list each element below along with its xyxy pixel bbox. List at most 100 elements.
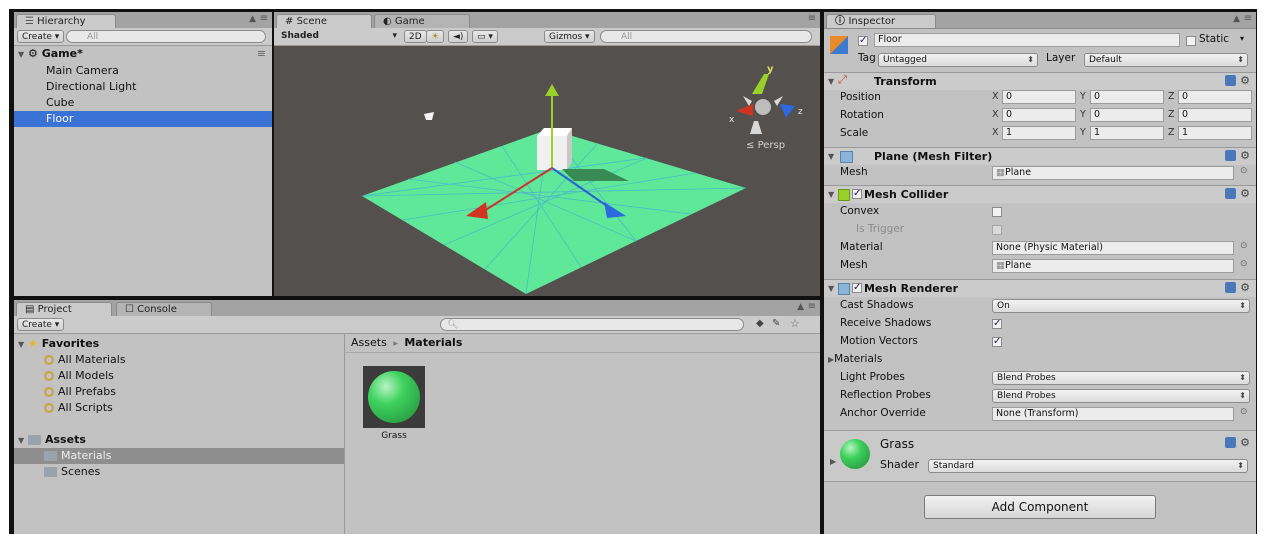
expand-arrow-icon[interactable]: ▼ xyxy=(18,340,24,349)
breadcrumb-assets[interactable]: Assets xyxy=(351,336,387,349)
mesh-filter-header[interactable]: ▼ Plane (Mesh Filter) ⚙ xyxy=(824,147,1256,165)
shader-dropdown[interactable]: Standard xyxy=(928,459,1248,473)
motion-vectors-checkbox[interactable]: ✓ xyxy=(992,337,1002,347)
object-picker-icon[interactable]: ⊙ xyxy=(1240,166,1248,176)
panel-menu-icon[interactable]: ≡ xyxy=(260,13,268,24)
orientation-gizmo[interactable] xyxy=(736,74,795,134)
lighting-toggle-button[interactable]: ☀ xyxy=(426,30,445,43)
gizmos-dropdown[interactable]: Gizmos ▾ xyxy=(544,30,595,43)
expand-arrow-icon[interactable]: ▼ xyxy=(18,50,24,59)
foldout-arrow-icon[interactable]: ▼ xyxy=(828,284,834,293)
foldout-arrow-icon[interactable]: ▼ xyxy=(828,152,834,161)
breadcrumb-materials[interactable]: Materials xyxy=(404,336,462,349)
favorite-all-materials[interactable]: All Materials xyxy=(14,352,344,368)
help-book-icon[interactable] xyxy=(1225,188,1236,199)
position-z-field[interactable]: 0 xyxy=(1178,90,1252,104)
scale-z-field[interactable]: 1 xyxy=(1178,126,1252,140)
asset-grass[interactable]: Grass xyxy=(363,366,425,446)
is-trigger-checkbox[interactable] xyxy=(992,225,1002,235)
scene-search-input[interactable]: All xyxy=(600,30,812,43)
tab-project[interactable]: ▤ Project xyxy=(16,302,112,316)
foldout-arrow-icon[interactable]: ▼ xyxy=(828,77,834,86)
static-checkbox[interactable] xyxy=(1186,36,1196,46)
add-component-button[interactable]: Add Component xyxy=(924,495,1156,519)
favorite-all-models[interactable]: All Models xyxy=(14,368,344,384)
mesh-renderer-header[interactable]: ▼ ✓ Mesh Renderer ⚙ xyxy=(824,279,1256,297)
rotation-y-field[interactable]: 0 xyxy=(1090,108,1164,122)
foldout-arrow-icon[interactable]: ▶ xyxy=(830,457,836,466)
receive-shadows-checkbox[interactable]: ✓ xyxy=(992,319,1002,329)
object-picker-icon[interactable]: ⊙ xyxy=(1240,407,1248,417)
folder-scenes[interactable]: Scenes xyxy=(14,464,344,480)
scene-menu-icon[interactable]: ≡ xyxy=(257,46,266,62)
rotation-x-field[interactable]: 0 xyxy=(1002,108,1076,122)
help-book-icon[interactable] xyxy=(1225,150,1236,161)
materials-foldout[interactable]: ▶Materials xyxy=(828,352,882,367)
scene-viewport[interactable]: y x z ≤ Persp xyxy=(274,46,820,296)
tag-dropdown[interactable]: Untagged xyxy=(878,53,1038,67)
mesh-filter-mesh-field[interactable]: ▦Plane xyxy=(992,166,1234,180)
2d-toggle-button[interactable]: 2D xyxy=(404,30,427,43)
panel-menu-icon[interactable]: ≡ xyxy=(808,13,816,24)
hierarchy-item-main-camera[interactable]: Main Camera xyxy=(14,63,272,79)
lock-icon[interactable]: ▲ xyxy=(797,302,804,312)
lock-icon[interactable]: ▲ xyxy=(249,14,256,24)
cast-shadows-dropdown[interactable]: On xyxy=(992,299,1250,313)
expand-arrow-icon[interactable]: ▼ xyxy=(18,436,24,445)
gear-icon[interactable]: ⚙ xyxy=(1240,187,1250,200)
shading-mode-dropdown[interactable]: Shaded ▾ xyxy=(277,30,399,43)
lock-icon[interactable]: ▲ xyxy=(1233,14,1240,24)
anchor-override-field[interactable]: None (Transform) xyxy=(992,407,1234,421)
scale-x-field[interactable]: 1 xyxy=(1002,126,1076,140)
mesh-collider-mesh-field[interactable]: ▦Plane xyxy=(992,259,1234,273)
position-y-field[interactable]: 0 xyxy=(1090,90,1164,104)
help-book-icon[interactable] xyxy=(1225,75,1236,86)
create-dropdown[interactable]: Create ▾ xyxy=(17,318,65,331)
help-book-icon[interactable] xyxy=(1225,282,1236,293)
hierarchy-item-floor[interactable]: Floor xyxy=(14,111,272,127)
y-axis-arrow[interactable] xyxy=(545,84,559,96)
object-picker-icon[interactable]: ⊙ xyxy=(1240,241,1248,251)
gear-icon[interactable]: ⚙ xyxy=(1240,149,1250,162)
tab-console[interactable]: ☐ Console xyxy=(116,302,212,316)
tab-scene[interactable]: # Scene xyxy=(276,14,372,28)
favorite-all-prefabs[interactable]: All Prefabs xyxy=(14,384,344,400)
convex-checkbox[interactable] xyxy=(992,207,1002,217)
light-probes-dropdown[interactable]: Blend Probes xyxy=(992,371,1250,385)
favorites-row[interactable]: ▼ ★ Favorites xyxy=(14,336,344,352)
mesh-collider-enabled-checkbox[interactable]: ✓ xyxy=(852,189,862,199)
panel-menu-icon[interactable]: ≡ xyxy=(808,301,816,312)
light-icon[interactable] xyxy=(424,112,434,120)
gear-icon[interactable]: ⚙ xyxy=(1240,436,1250,449)
scale-y-field[interactable]: 1 xyxy=(1090,126,1164,140)
reflection-probes-dropdown[interactable]: Blend Probes xyxy=(992,389,1250,403)
transform-header[interactable]: ▼ ⤢ Transform ⚙ xyxy=(824,72,1256,90)
hierarchy-search-input[interactable]: All xyxy=(66,30,266,43)
mesh-renderer-enabled-checkbox[interactable]: ✓ xyxy=(852,283,862,293)
filter-type-icon[interactable]: ◆ xyxy=(756,318,764,329)
mesh-collider-header[interactable]: ▼ ✓ Mesh Collider ⚙ xyxy=(824,185,1256,203)
static-dropdown-icon[interactable]: ▾ xyxy=(1240,34,1244,43)
gear-icon[interactable]: ⚙ xyxy=(1240,74,1250,87)
project-search-input[interactable]: 🔍︎ xyxy=(440,318,744,331)
layer-dropdown[interactable]: Default xyxy=(1084,53,1248,67)
hierarchy-item-cube[interactable]: Cube xyxy=(14,95,272,111)
tab-hierarchy[interactable]: ☰ Hierarchy xyxy=(16,14,116,28)
effects-dropdown[interactable]: ▭ ▾ xyxy=(472,30,498,43)
panel-menu-icon[interactable]: ≡ xyxy=(1244,13,1252,24)
foldout-arrow-icon[interactable]: ▼ xyxy=(828,190,834,199)
active-checkbox[interactable]: ✓ xyxy=(858,36,868,46)
filter-label-icon[interactable]: ✎ xyxy=(772,318,780,329)
tab-inspector[interactable]: ⓘ Inspector xyxy=(826,14,936,28)
position-x-field[interactable]: 0 xyxy=(1002,90,1076,104)
create-dropdown[interactable]: Create ▾ xyxy=(17,30,65,43)
favorite-star-icon[interactable]: ☆ xyxy=(790,317,800,330)
assets-row[interactable]: ▼ Assets xyxy=(14,432,344,448)
rotation-z-field[interactable]: 0 xyxy=(1178,108,1252,122)
object-picker-icon[interactable]: ⊙ xyxy=(1240,259,1248,269)
scene-root-row[interactable]: ▼ ⚙ Game* ≡ xyxy=(14,46,272,62)
physic-material-field[interactable]: None (Physic Material) xyxy=(992,241,1234,255)
tab-game[interactable]: ◐ Game xyxy=(374,14,470,28)
favorite-all-scripts[interactable]: All Scripts xyxy=(14,400,344,416)
hierarchy-item-directional-light[interactable]: Directional Light xyxy=(14,79,272,95)
